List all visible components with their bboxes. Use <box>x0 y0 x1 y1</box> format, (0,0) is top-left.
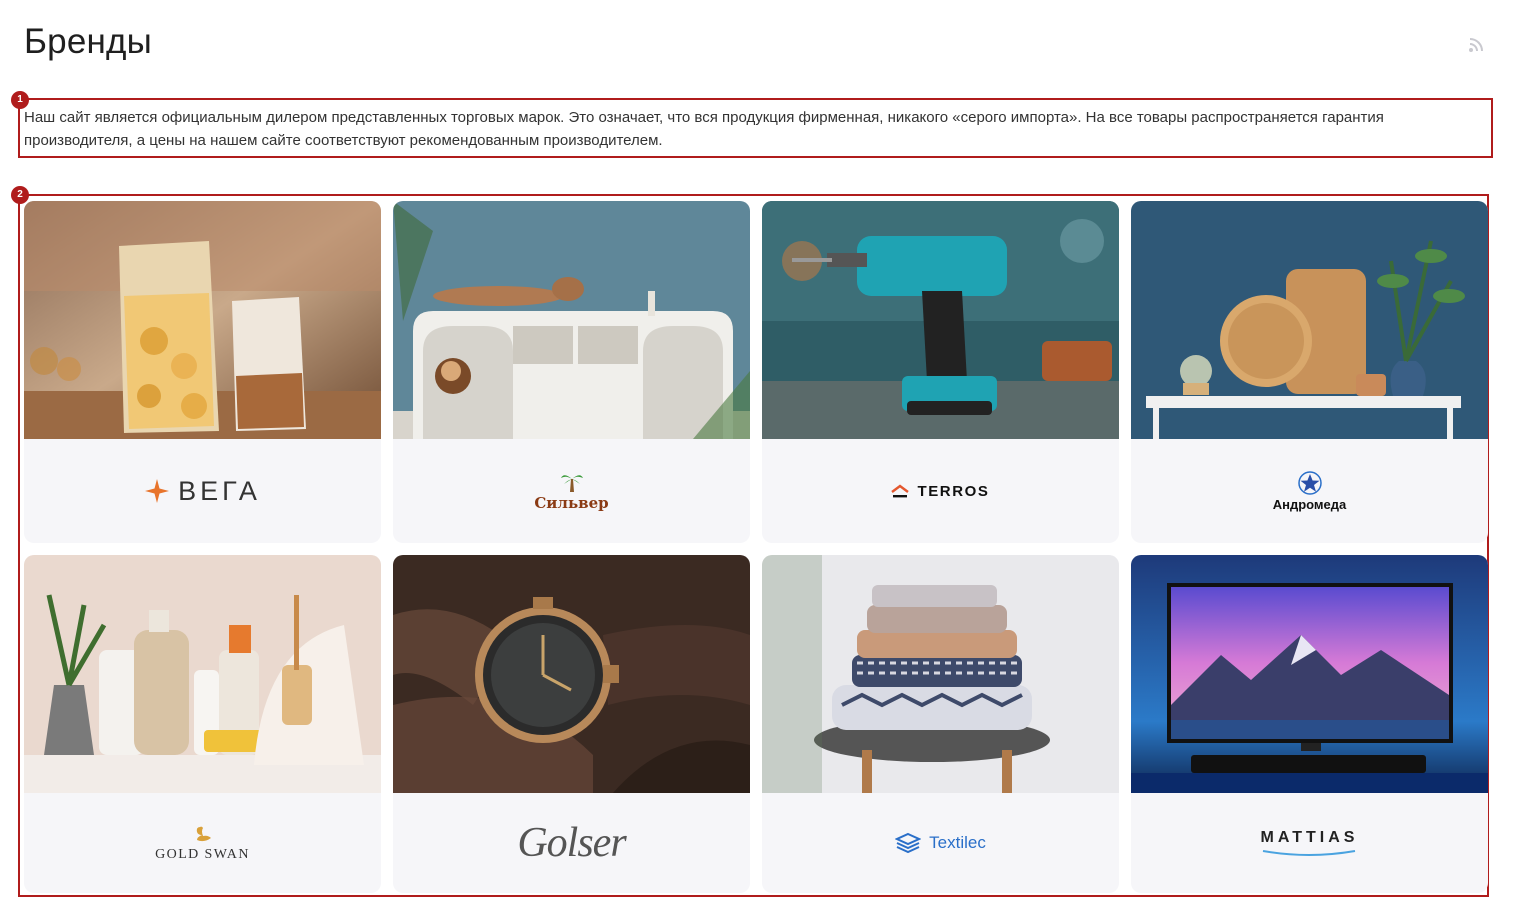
brand-logo-andromeda: Андромеда <box>1131 439 1488 543</box>
palm-tree-icon <box>560 475 583 492</box>
brand-card-silver[interactable]: Сильвер <box>393 201 750 543</box>
toy-shelf-photo <box>393 201 750 439</box>
television-photo <box>1131 555 1488 793</box>
brand-name: Сильвер <box>534 494 609 512</box>
intro-text: Наш сайт является официальным дилером пр… <box>24 109 1384 149</box>
brand-card-textilec[interactable]: Textilec <box>762 555 1119 893</box>
swan-icon <box>196 826 211 842</box>
folded-textiles-photo <box>762 555 1119 793</box>
brand-card-gold-swan[interactable]: GOLD SWAN <box>24 555 381 893</box>
brand-logo-vega: ВЕГА <box>24 439 381 543</box>
star-circle-icon <box>1297 470 1322 495</box>
brand-card-mattias[interactable]: MATTIAS <box>1131 555 1488 893</box>
brand-logo-terros: TERROS <box>762 439 1119 543</box>
rss-icon[interactable] <box>1468 35 1486 53</box>
brands-grid: ВЕГА Сильвер TERROS Андромеда GOLD SWAN … <box>24 201 1488 893</box>
brand-logo-gold-swan: GOLD SWAN <box>24 793 381 893</box>
brand-card-golser[interactable]: Golser <box>393 555 750 893</box>
star-spark-icon <box>145 479 170 503</box>
brand-logo-silver: Сильвер <box>393 439 750 543</box>
wristwatch-photo <box>393 555 750 793</box>
brand-name: Textilec <box>929 833 986 852</box>
cutting-boards-photo <box>1131 201 1488 439</box>
brand-name: Golser <box>517 820 626 866</box>
brand-name: GOLD SWAN <box>155 847 250 862</box>
brand-name: MATTIAS <box>1260 829 1359 846</box>
cordless-drill-photo <box>762 201 1119 439</box>
brand-name: ВЕГА <box>178 475 261 506</box>
brand-logo-mattias: MATTIAS <box>1131 793 1488 893</box>
brand-name: Андромеда <box>1272 496 1347 512</box>
smile-arc-icon <box>1263 850 1356 856</box>
brand-logo-golser: Golser <box>393 793 750 893</box>
brand-name: TERROS <box>917 482 990 500</box>
house-roof-icon <box>891 484 910 498</box>
brand-card-andromeda[interactable]: Андромеда <box>1131 201 1488 543</box>
layers-icon <box>895 832 922 854</box>
page-title: Бренды <box>24 22 153 61</box>
brand-card-terros[interactable]: TERROS <box>762 201 1119 543</box>
snacks-packaging-photo <box>24 201 381 439</box>
brand-card-vega[interactable]: ВЕГА <box>24 201 381 543</box>
cleaning-supplies-photo <box>24 555 381 793</box>
brand-logo-textilec: Textilec <box>762 793 1119 893</box>
